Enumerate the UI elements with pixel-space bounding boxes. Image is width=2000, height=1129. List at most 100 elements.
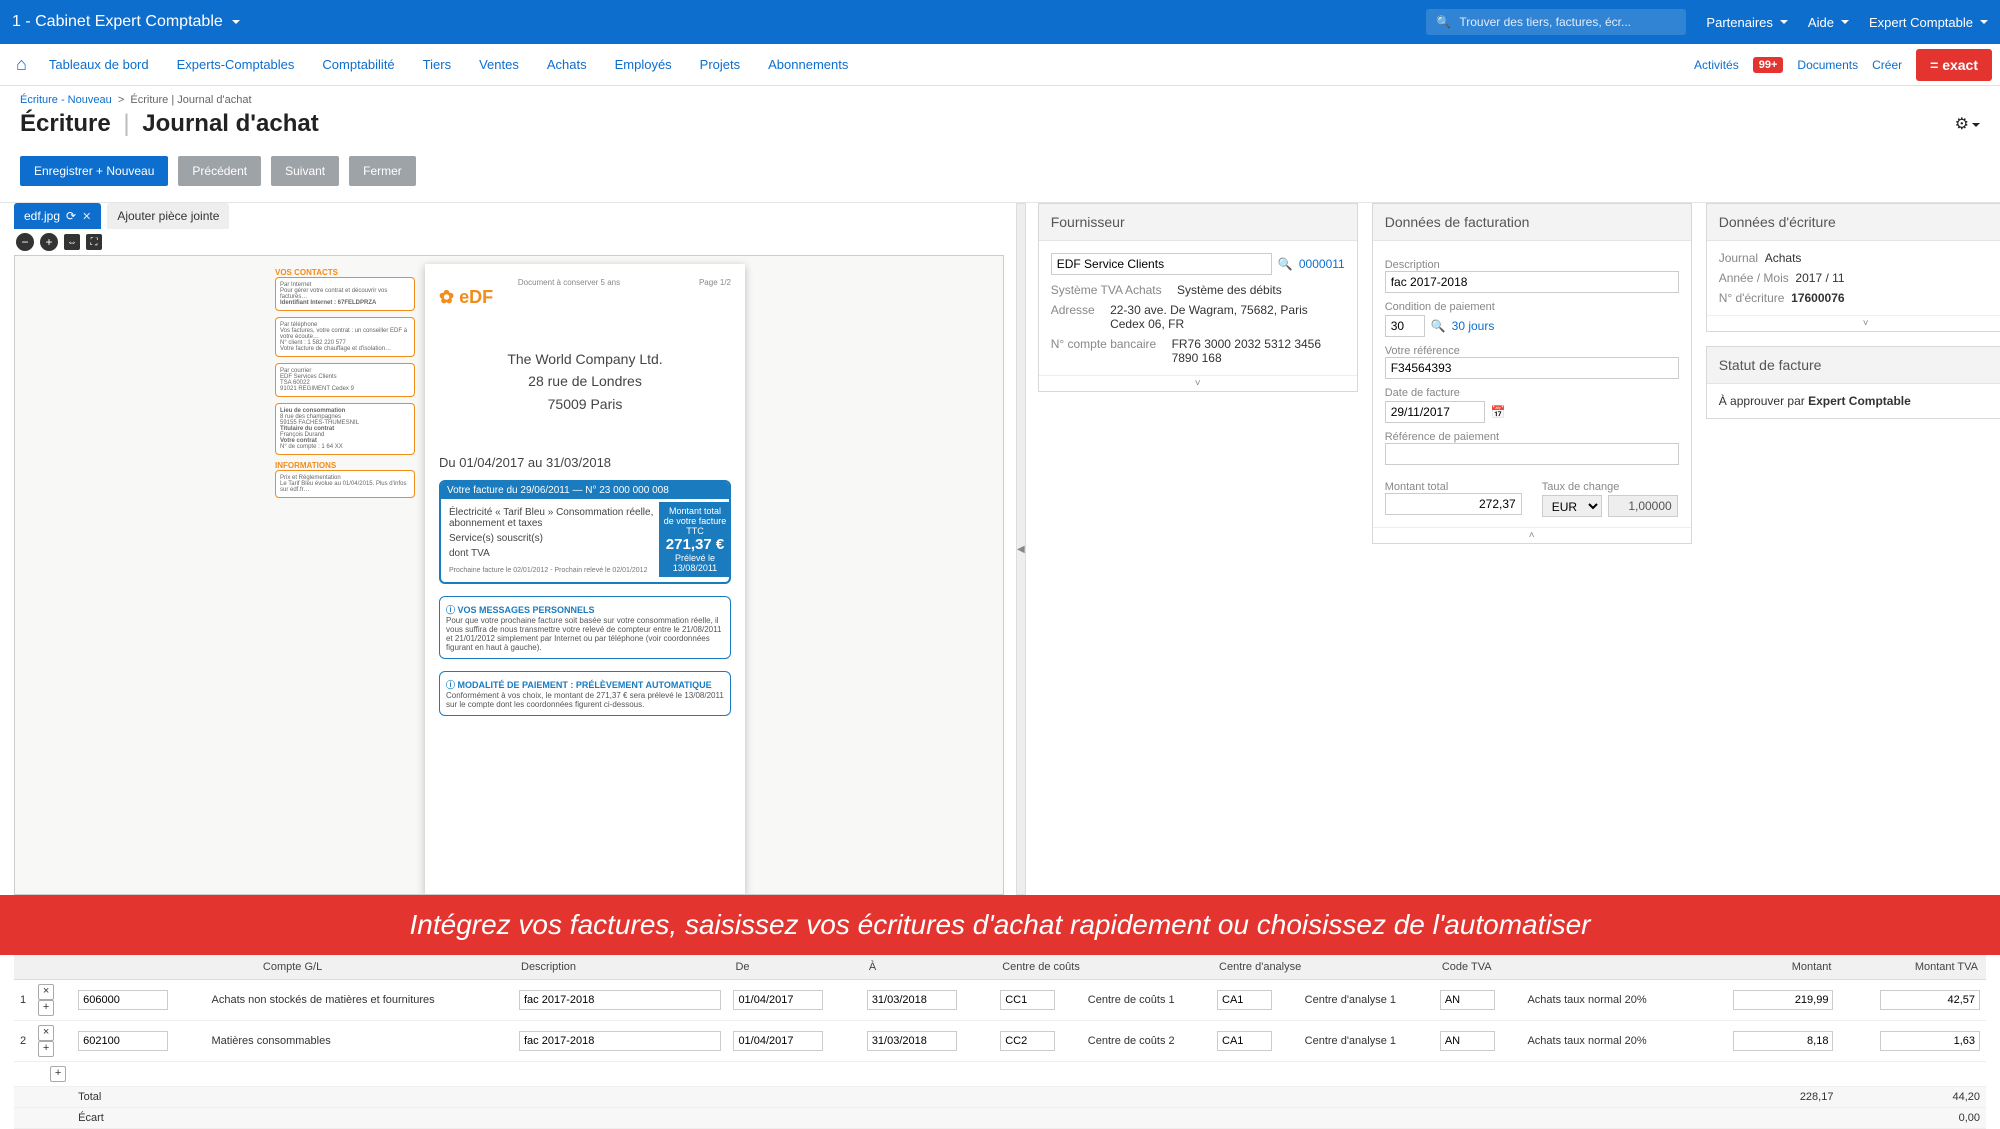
rate-input [1608, 495, 1678, 517]
nav-projects[interactable]: Projets [686, 57, 754, 72]
nav-sales[interactable]: Ventes [465, 57, 533, 72]
top-bar: 1 - Cabinet Expert Comptable 🔍 Partenair… [0, 0, 2000, 44]
activities-link[interactable]: Activités [1694, 58, 1739, 72]
stub-lieu: Lieu de consommation8 rue des champagnes… [275, 403, 415, 455]
nav-subscriptions[interactable]: Abonnements [754, 57, 862, 72]
payment-ref-input[interactable] [1385, 443, 1679, 465]
fullscreen-icon[interactable]: ⛶ [86, 234, 102, 250]
payment-condition-link[interactable]: 30 jours [1452, 319, 1495, 333]
stub-mail: Par courrierEDF Services ClientsTSA 6002… [275, 363, 415, 397]
your-reference-input[interactable] [1385, 357, 1679, 379]
amount-vat-input[interactable] [1880, 990, 1980, 1010]
gl-code-input[interactable] [78, 990, 168, 1010]
viewer-toolbar: − + ⇔ ⛶ [14, 229, 1004, 255]
col-amount-vat: Montant TVA [1839, 955, 1986, 980]
edf-logo: ✿ eDF [439, 287, 731, 308]
contacts-heading: VOS CONTACTS [275, 268, 415, 277]
toolbar: Enregistrer + Nouveau Précédent Suivant … [0, 146, 2000, 203]
close-button[interactable]: Fermer [349, 156, 416, 186]
search-supplier-icon[interactable]: 🔍 [1278, 257, 1293, 271]
panel-entry-title: Données d'écriture [1707, 204, 2000, 241]
cc-code-input[interactable] [1000, 990, 1055, 1010]
fit-width-icon[interactable]: ⇔ [64, 234, 80, 250]
delete-row-button[interactable]: × [38, 984, 54, 1000]
gl-code-input[interactable] [78, 1031, 168, 1051]
total-amount-input[interactable] [1385, 493, 1522, 515]
ca-code-input[interactable] [1217, 1031, 1272, 1051]
calendar-icon[interactable]: 📅 [1491, 405, 1506, 419]
nav-employees[interactable]: Employés [601, 57, 686, 72]
date-to-input[interactable] [867, 990, 957, 1010]
breadcrumb: Écriture - Nouveau > Écriture | Journal … [0, 86, 2000, 110]
tab-attachmen-active[interactable]: edf.jpg ⟳ ✕ [14, 203, 101, 229]
zoom-out-icon[interactable]: − [16, 233, 34, 251]
zoom-in-icon[interactable]: + [40, 233, 58, 251]
desc-input[interactable] [519, 1031, 721, 1051]
org-selector[interactable]: 1 - Cabinet Expert Comptable [12, 13, 240, 31]
prev-button[interactable]: Précédent [178, 156, 261, 186]
next-button[interactable]: Suivant [271, 156, 339, 186]
panel-status: Statut de facture À approuver par Expert… [1706, 346, 2000, 419]
date-from-input[interactable] [733, 990, 823, 1010]
preview-company: The World Company Ltd. [439, 348, 731, 370]
payment-box: ⓘ MODALITÉ DE PAIEMENT : PRÉLÈVEMENT AUT… [439, 671, 731, 716]
invoice-date-input[interactable] [1385, 401, 1485, 423]
activities-badge[interactable]: 99+ [1753, 57, 1784, 73]
info-heading: INFORMATIONS [275, 461, 415, 470]
col-cc: Centre de coûts [994, 955, 1211, 980]
insert-row-button[interactable]: + [38, 1041, 54, 1057]
search-input[interactable] [1459, 15, 1676, 29]
stub-internet: Par InternetPour gérer votre contrat et … [275, 277, 415, 311]
nav-tiers[interactable]: Tiers [409, 57, 465, 72]
insert-row-button[interactable]: + [38, 1000, 54, 1016]
partners-menu[interactable]: Partenaires [1706, 15, 1787, 30]
desc-input[interactable] [519, 990, 721, 1010]
amount-input[interactable] [1733, 990, 1833, 1010]
approver-name: Expert Comptable [1808, 394, 1911, 408]
nav-purchases[interactable]: Achats [533, 57, 601, 72]
nav-accountants[interactable]: Experts-Comptables [163, 57, 309, 72]
col-vat: Code TVA [1434, 955, 1693, 980]
save-new-button[interactable]: Enregistrer + Nouveau [20, 156, 168, 186]
cc-code-input[interactable] [1000, 1031, 1055, 1051]
panel-collapse-icon[interactable]: ˅ [1707, 315, 2000, 331]
date-to-input[interactable] [867, 1031, 957, 1051]
user-menu[interactable]: Expert Comptable [1869, 15, 1988, 30]
panel-billing-title: Données de facturation [1373, 204, 1691, 241]
panel-collapse-icon[interactable]: ˄ [1373, 527, 1691, 543]
help-menu[interactable]: Aide [1808, 15, 1849, 30]
document-preview[interactable]: VOS CONTACTS Par InternetPour gérer votr… [14, 255, 1004, 895]
vat-code-input[interactable] [1440, 1031, 1495, 1051]
close-icon[interactable]: ✕ [82, 210, 91, 223]
stub-info: Prix et RéglementationLe Tarif Bleu évol… [275, 470, 415, 498]
ca-code-input[interactable] [1217, 990, 1272, 1010]
documents-link[interactable]: Documents [1797, 58, 1858, 72]
panel-collapse-icon[interactable]: ˅ [1039, 375, 1357, 391]
refresh-icon[interactable]: ⟳ [66, 209, 76, 223]
settings-icon[interactable]: ⚙ [1955, 114, 1980, 134]
billing-desc-input[interactable] [1385, 271, 1679, 293]
payment-days-input[interactable] [1385, 315, 1425, 337]
collapse-handle[interactable]: ◀ [1016, 203, 1026, 895]
currency-select[interactable]: EUR [1542, 495, 1602, 517]
supplier-name-input[interactable] [1051, 253, 1272, 275]
home-icon[interactable]: ⌂ [8, 54, 35, 75]
date-from-input[interactable] [733, 1031, 823, 1051]
preview-addr2: 75009 Paris [439, 393, 731, 415]
amount-input[interactable] [1733, 1031, 1833, 1051]
delete-row-button[interactable]: × [38, 1025, 54, 1041]
brand-logo: = exact [1916, 49, 1992, 81]
breadcrumb-root[interactable]: Écriture - Nouveau [20, 94, 112, 106]
vat-code-input[interactable] [1440, 990, 1495, 1010]
create-link[interactable]: Créer [1872, 58, 1902, 72]
search-icon: 🔍 [1436, 15, 1451, 29]
amount-vat-input[interactable] [1880, 1031, 1980, 1051]
nav-dashboards[interactable]: Tableaux de bord [35, 57, 163, 72]
nav-accounting[interactable]: Comptabilité [308, 57, 408, 72]
tab-add-attachment[interactable]: Ajouter pièce jointe [107, 203, 229, 229]
supplier-code-link[interactable]: 0000011 [1299, 257, 1345, 271]
search-condition-icon[interactable]: 🔍 [1431, 319, 1446, 333]
global-search[interactable]: 🔍 [1426, 9, 1686, 35]
col-gl: Compte G/L [72, 955, 513, 980]
add-row-button[interactable]: + [50, 1066, 66, 1082]
